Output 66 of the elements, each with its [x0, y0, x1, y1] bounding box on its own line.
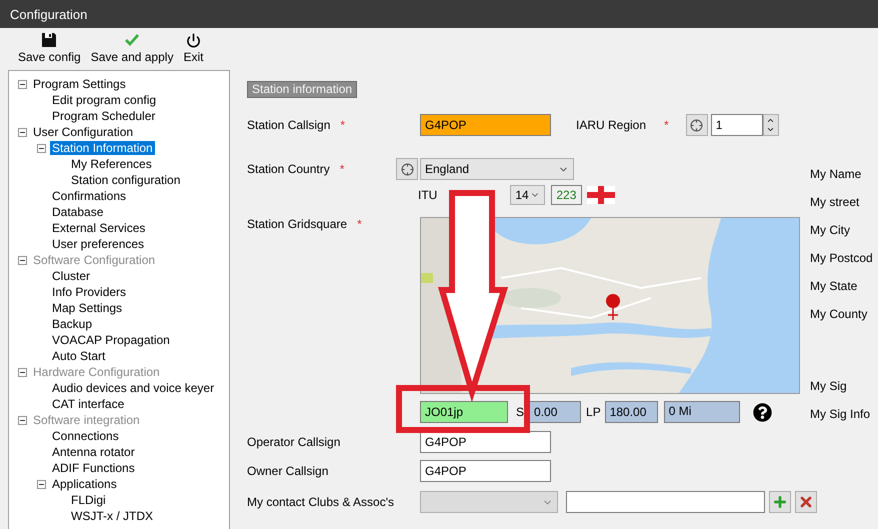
field-label: Station Country	[247, 162, 330, 176]
checkmark-icon	[124, 34, 140, 48]
field-label: IARU Region	[576, 118, 646, 132]
field-label: My contact Clubs & Assoc's	[247, 495, 394, 509]
tree-item[interactable]: Database	[50, 205, 106, 219]
tree-item[interactable]: Program Settings	[31, 77, 128, 91]
operator-callsign-field[interactable]: G4POP	[420, 431, 551, 453]
callsign-field[interactable]: G4POP	[420, 114, 551, 136]
tree-item[interactable]: Edit program config	[50, 93, 158, 107]
field-label: Operator Callsign	[247, 435, 340, 449]
field-label: My Name	[810, 166, 862, 183]
crosshair-icon	[690, 118, 704, 132]
field-label: My Postcod	[810, 250, 873, 267]
field-label: Station Gridsquare	[247, 217, 348, 231]
tree-item[interactable]: User preferences	[50, 237, 146, 251]
required-mark: *	[340, 162, 344, 176]
tree-item[interactable]: External Services	[50, 221, 148, 235]
required-mark: *	[357, 217, 362, 231]
tree-item[interactable]: Program Scheduler	[50, 109, 158, 123]
crosshair-icon	[400, 162, 414, 176]
club-field[interactable]	[566, 491, 765, 513]
long-path-field: 180.00	[604, 401, 658, 423]
delete-button[interactable]	[795, 491, 817, 513]
toolbar-button[interactable]: Save and apply	[88, 34, 176, 64]
toolbar-button[interactable]: Exit	[181, 33, 206, 64]
field-label: ITU	[418, 188, 438, 202]
collapse-icon[interactable]	[37, 144, 46, 152]
field-label: My City	[810, 222, 851, 239]
dxcc-field: 223	[551, 185, 582, 205]
tree-item[interactable]: User Configuration	[31, 125, 136, 139]
help-icon[interactable]	[752, 402, 772, 422]
short-path-field: 0.00	[529, 401, 582, 423]
collapse-icon[interactable]	[18, 80, 27, 88]
collapse-icon[interactable]	[18, 128, 27, 136]
required-mark: *	[664, 118, 669, 132]
field-label: My State	[810, 278, 858, 295]
plus-icon	[772, 494, 788, 510]
country-dropdown[interactable]: England	[420, 158, 574, 180]
section-title: Station information	[247, 81, 358, 98]
flag-icon	[587, 186, 616, 204]
owner-callsign-field[interactable]: G4POP	[420, 460, 551, 482]
power-icon	[186, 33, 201, 48]
locator-field[interactable]: JO01jp	[420, 401, 508, 423]
required-mark: *	[340, 118, 346, 132]
field-label: LP	[586, 405, 601, 419]
tree-item[interactable]: Station Information	[50, 141, 155, 155]
field-label: S	[516, 405, 524, 419]
tree-item[interactable]: My References	[69, 157, 154, 171]
spin-buttons[interactable]	[762, 114, 779, 136]
add-button[interactable]	[769, 491, 791, 513]
field-label: Owner Callsign	[247, 464, 328, 478]
tree-item[interactable]: Station configuration	[69, 173, 182, 187]
locate-button[interactable]	[396, 158, 418, 180]
field-label: My Sig	[810, 378, 848, 395]
cross-icon	[798, 494, 814, 510]
distance-field: 0 Mi	[664, 401, 740, 423]
cq-dropdown[interactable]: 14	[510, 185, 546, 205]
field-label: My street	[810, 194, 860, 211]
locate-button[interactable]	[686, 114, 708, 136]
toolbar-button[interactable]: Save config	[16, 32, 83, 64]
field-label: My County	[810, 306, 868, 323]
region-spinbox[interactable]: 1	[710, 114, 763, 136]
field-label: My Sig Info	[810, 406, 872, 423]
window-title: Configuration	[10, 6, 88, 22]
tree-item[interactable]: Confirmations	[50, 189, 128, 203]
field-label: Station Callsign	[247, 118, 330, 132]
